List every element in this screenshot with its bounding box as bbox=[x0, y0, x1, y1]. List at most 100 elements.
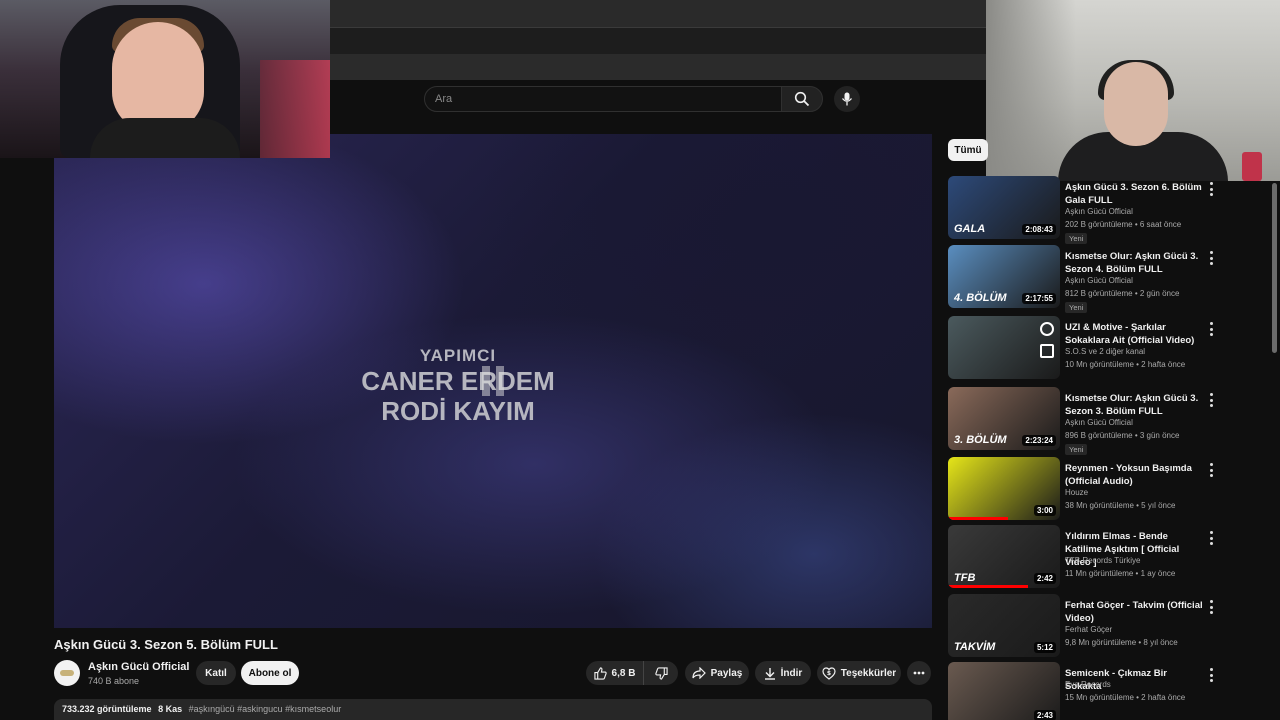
new-badge: Yeni bbox=[1065, 233, 1088, 244]
recommended-meta: 15 Mn görüntüleme • 2 hafta önce bbox=[1065, 693, 1186, 702]
recommended-meta: 9,8 Mn görüntüleme • 8 yıl önce bbox=[1065, 638, 1178, 647]
recommended-title[interactable]: Ferhat Göçer - Takvim (Official Video) bbox=[1065, 599, 1205, 625]
video-thumbnail[interactable]: 3:00 bbox=[948, 457, 1060, 520]
watch-progress-bar bbox=[948, 517, 1008, 520]
thumbnail-caption: 3. BÖLÜM bbox=[954, 434, 1007, 446]
like-count: 6,8 B bbox=[611, 667, 636, 679]
microphone-icon bbox=[841, 92, 853, 106]
new-badge: Yeni bbox=[1065, 302, 1088, 313]
recommended-channel[interactable]: Houze bbox=[1065, 488, 1088, 497]
streamer-webcam bbox=[0, 0, 330, 158]
more-vertical-icon[interactable] bbox=[1206, 668, 1216, 682]
recommended-video[interactable]: 2:43 Semicenk - Çıkmaz Bir Sokakta Eva Rec… bbox=[948, 662, 1228, 720]
recommended-meta: 812 B görüntüleme • 2 gün önce bbox=[1065, 289, 1180, 298]
channel-name[interactable]: Aşkın Gücü Official bbox=[88, 661, 189, 673]
more-vertical-icon[interactable] bbox=[1206, 463, 1216, 477]
browser-address-bar bbox=[330, 28, 986, 54]
video-thumbnail[interactable]: TFB 2:42 bbox=[948, 525, 1060, 588]
filter-chip-all[interactable]: Tümü bbox=[948, 139, 988, 161]
recommended-channel[interactable]: Ferhat Göçer bbox=[1065, 625, 1112, 634]
join-button[interactable]: Katıl bbox=[196, 661, 236, 685]
video-thumbnail[interactable]: TAKVİM 5:12 bbox=[948, 594, 1060, 657]
duration-badge: 2:08:43 bbox=[1022, 224, 1056, 235]
recommended-meta: 896 B görüntüleme • 3 gün önce bbox=[1065, 431, 1180, 440]
more-actions-button[interactable] bbox=[907, 661, 931, 685]
hashtags[interactable]: #aşkıngücü #askingucu #kısmetseolur bbox=[189, 704, 342, 714]
download-label: İndir bbox=[780, 667, 803, 679]
share-button[interactable]: Paylaş bbox=[685, 661, 749, 685]
duration-badge: 2:23:24 bbox=[1022, 435, 1056, 446]
duration-badge: 3:00 bbox=[1033, 505, 1056, 516]
new-badge: Yeni bbox=[1065, 444, 1088, 455]
recommended-title[interactable]: Aşkın Gücü 3. Sezon 6. Bölüm Gala FULL bbox=[1065, 181, 1205, 207]
recommended-title[interactable]: Reynmen - Yoksun Başımda (Official Audio… bbox=[1065, 462, 1205, 488]
recommended-video[interactable]: 3. BÖLÜM 2:23:24 Kısmetse Olur: Aşkın Gücü… bbox=[948, 387, 1228, 455]
more-vertical-icon[interactable] bbox=[1206, 531, 1216, 545]
recommended-meta: 202 B görüntüleme • 6 saat önce bbox=[1065, 220, 1182, 229]
svg-text:$: $ bbox=[827, 670, 831, 677]
duration-badge: 2:17:55 bbox=[1022, 293, 1056, 304]
more-vertical-icon[interactable] bbox=[1206, 600, 1216, 614]
search-input[interactable]: Ara bbox=[424, 86, 782, 112]
sidebar-scrollbar[interactable] bbox=[1272, 183, 1277, 353]
recommended-channel[interactable]: Aşkın Gücü Official bbox=[1065, 207, 1133, 216]
watch-progress-bar bbox=[948, 585, 1028, 588]
video-thumbnail[interactable]: 2:43 bbox=[948, 662, 1060, 720]
recommended-video[interactable]: 4. BÖLÜM 2:17:55 Kısmetse Olur: Aşkın Gücü… bbox=[948, 245, 1228, 313]
more-vertical-icon[interactable] bbox=[1206, 251, 1216, 265]
recommended-meta: 10 Mn görüntüleme • 2 hafta önce bbox=[1065, 360, 1186, 369]
search-icon bbox=[794, 91, 810, 107]
add-to-queue-icon[interactable] bbox=[1040, 344, 1054, 358]
recommended-channel[interactable]: Aşkın Gücü Official bbox=[1065, 418, 1133, 427]
video-player[interactable]: YAPIMCI CANER ERDEM RODİ KAYIM bbox=[54, 134, 932, 628]
view-count: 733.232 görüntüleme bbox=[62, 704, 152, 714]
pause-icon[interactable] bbox=[482, 366, 504, 396]
recommended-video[interactable]: TFB 2:42 Yıldırım Elmas - Bende Katilime A… bbox=[948, 525, 1228, 589]
thumbnail-caption: TAKVİM bbox=[954, 641, 996, 653]
video-thumbnail[interactable] bbox=[948, 316, 1060, 379]
subscriber-count: 740 B abone bbox=[88, 676, 140, 686]
recommended-channel[interactable]: Eva Records bbox=[1065, 680, 1111, 689]
more-vertical-icon[interactable] bbox=[1206, 322, 1216, 336]
share-icon bbox=[692, 667, 706, 679]
subscribe-button[interactable]: Abone ol bbox=[241, 661, 299, 685]
video-thumbnail[interactable]: 4. BÖLÜM 2:17:55 bbox=[948, 245, 1060, 308]
video-thumbnail[interactable]: GALA 2:08:43 bbox=[948, 176, 1060, 239]
recommended-title[interactable]: Kısmetse Olur: Aşkın Gücü 3. Sezon 3. Bö… bbox=[1065, 392, 1205, 418]
browser-tab-bar bbox=[330, 0, 986, 28]
voice-search-button[interactable] bbox=[834, 86, 860, 112]
thanks-button[interactable]: $ Teşekkürler bbox=[817, 661, 901, 685]
recommended-title[interactable]: UZI & Motive - Şarkılar Sokaklara Ait (O… bbox=[1065, 321, 1205, 347]
more-vertical-icon[interactable] bbox=[1206, 393, 1216, 407]
recommended-channel[interactable]: Aşkın Gücü Official bbox=[1065, 276, 1133, 285]
thumbs-up-icon bbox=[593, 666, 607, 680]
recommended-video[interactable]: TAKVİM 5:12 Ferhat Göçer - Takvim (Officia… bbox=[948, 594, 1228, 658]
video-title: Aşkın Gücü 3. Sezon 5. Bölüm FULL bbox=[54, 637, 278, 652]
upload-date: 8 Kas bbox=[158, 704, 183, 714]
video-thumbnail[interactable]: 3. BÖLÜM 2:23:24 bbox=[948, 387, 1060, 450]
watch-later-icon[interactable] bbox=[1040, 322, 1054, 336]
like-button[interactable]: 6,8 B bbox=[586, 661, 644, 685]
thanks-label: Teşekkürler bbox=[840, 667, 897, 679]
duration-badge: 2:42 bbox=[1033, 573, 1056, 584]
thumbnail-caption: 4. BÖLÜM bbox=[954, 292, 1007, 304]
guest-webcam bbox=[986, 0, 1280, 181]
duration-badge: 5:12 bbox=[1033, 642, 1056, 653]
recommended-video[interactable]: 3:00 Reynmen - Yoksun Başımda (Official A… bbox=[948, 457, 1228, 521]
credits-name: RODİ KAYIM bbox=[381, 396, 535, 426]
recommended-video[interactable]: GALA 2:08:43 Aşkın Gücü 3. Sezon 6. Bölüm … bbox=[948, 176, 1228, 244]
recommended-video[interactable]: UZI & Motive - Şarkılar Sokaklara Ait (O… bbox=[948, 316, 1228, 380]
more-vertical-icon[interactable] bbox=[1206, 182, 1216, 196]
dislike-button[interactable] bbox=[644, 661, 678, 685]
channel-avatar[interactable] bbox=[54, 660, 80, 686]
download-button[interactable]: İndir bbox=[755, 661, 811, 685]
recommended-channel[interactable]: S.O.S ve 2 diğer kanal bbox=[1065, 347, 1145, 356]
recommended-channel[interactable]: TFB Records Türkiye bbox=[1065, 556, 1140, 565]
thumbnail-caption: TFB bbox=[954, 572, 976, 584]
browser-bookmarks-bar bbox=[330, 54, 986, 80]
search-button[interactable] bbox=[781, 86, 823, 112]
more-horizontal-icon bbox=[913, 671, 925, 675]
description-box[interactable]: 733.232 görüntüleme 8 Kas #aşkıngücü #as… bbox=[54, 699, 932, 720]
recommended-title[interactable]: Kısmetse Olur: Aşkın Gücü 3. Sezon 4. Bö… bbox=[1065, 250, 1205, 276]
duration-badge: 2:43 bbox=[1033, 710, 1056, 720]
